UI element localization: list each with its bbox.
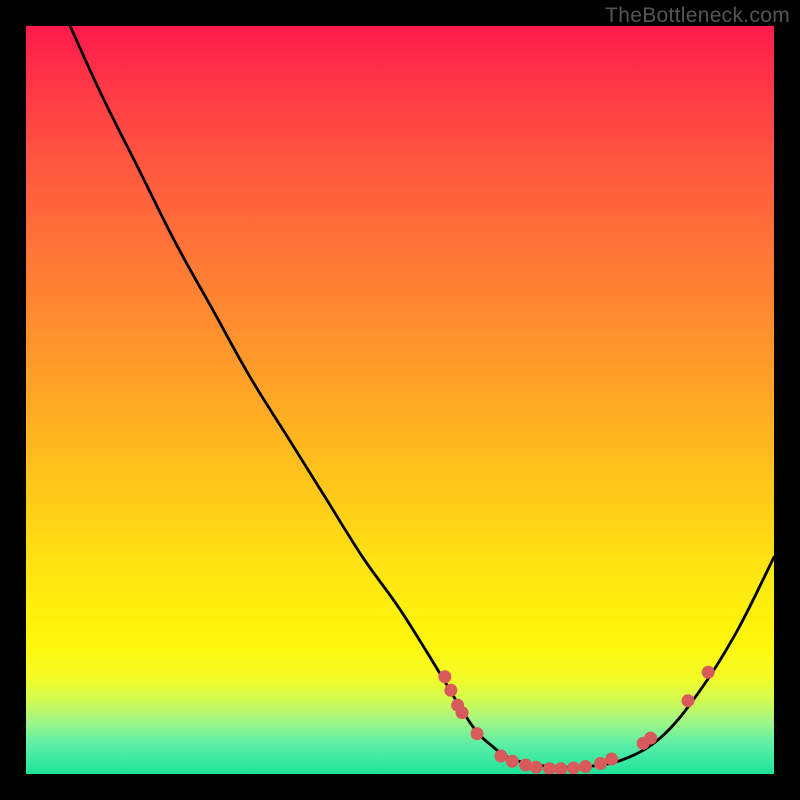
curve-svg xyxy=(26,26,774,774)
plot-area xyxy=(26,26,774,774)
marker-group xyxy=(438,666,714,774)
data-marker xyxy=(438,670,451,683)
data-marker xyxy=(471,727,484,740)
data-marker xyxy=(506,755,519,768)
data-marker xyxy=(594,757,607,770)
watermark-text: TheBottleneck.com xyxy=(605,4,790,28)
data-marker xyxy=(567,762,580,774)
data-marker xyxy=(554,762,567,774)
data-marker xyxy=(456,706,469,719)
data-marker xyxy=(530,761,543,774)
data-marker xyxy=(605,753,618,766)
data-marker xyxy=(494,750,507,763)
data-marker xyxy=(644,732,657,745)
bottleneck-curve xyxy=(26,26,774,768)
data-marker xyxy=(702,666,715,679)
data-marker xyxy=(681,694,694,707)
data-marker xyxy=(444,684,457,697)
chart-frame: TheBottleneck.com xyxy=(0,0,800,800)
data-marker xyxy=(543,762,556,774)
data-marker xyxy=(579,760,592,773)
